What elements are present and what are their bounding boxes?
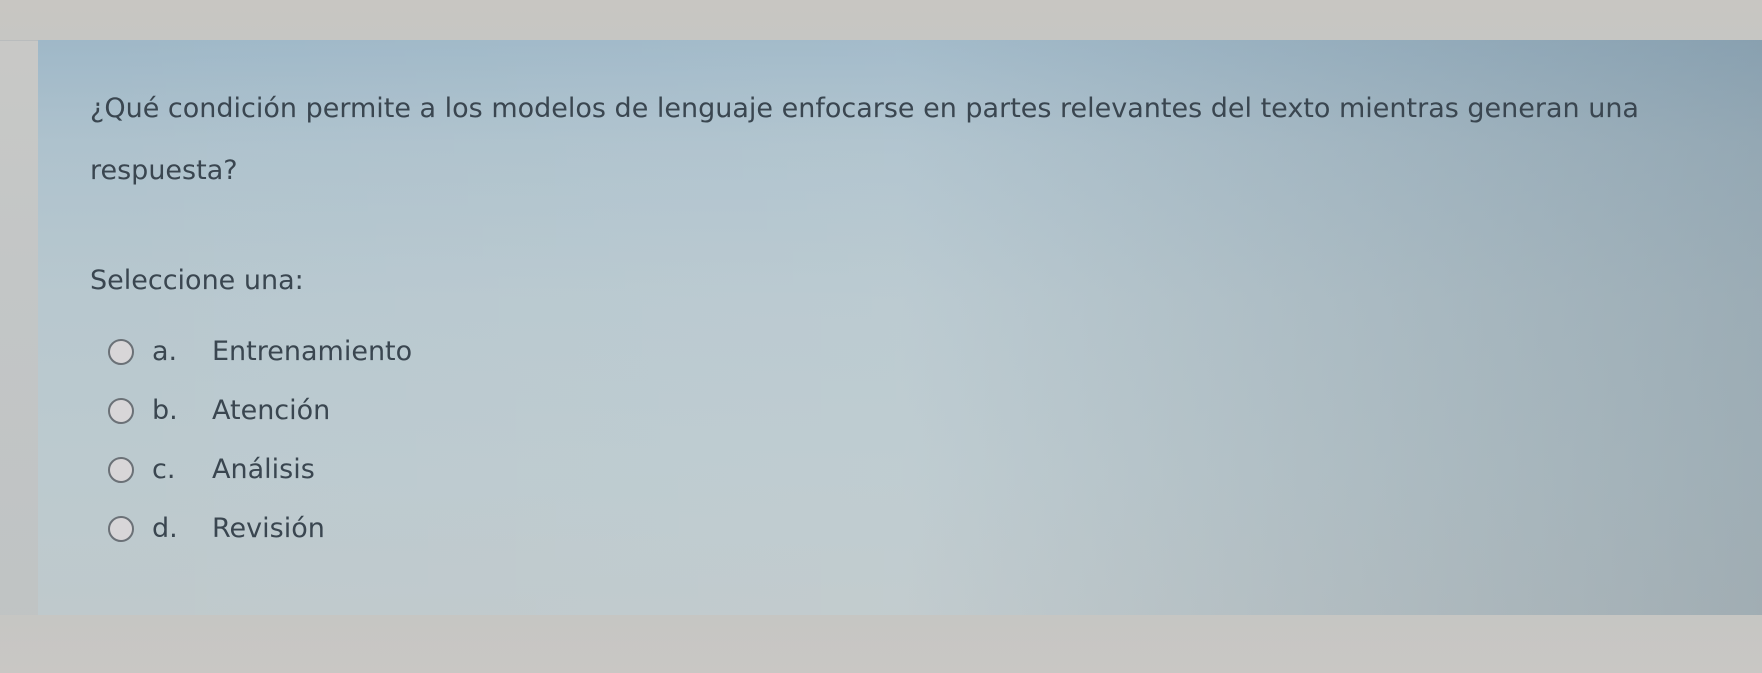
select-instruction: Seleccione una: (90, 265, 304, 296)
radio-button-icon[interactable] (108, 338, 134, 365)
answer-option-c[interactable]: c. Análisis (108, 440, 412, 499)
radio-button-icon[interactable] (108, 397, 134, 424)
answer-options: a. Entrenamiento b. Atención c. Análisis… (108, 322, 412, 558)
option-label[interactable]: Análisis (212, 454, 315, 485)
option-letter: a. (152, 336, 178, 367)
answer-option-a[interactable]: a. Entrenamiento (108, 322, 412, 381)
option-letter: b. (152, 395, 178, 426)
page-bottom-area (0, 615, 1762, 673)
answer-option-b[interactable]: b. Atención (108, 381, 412, 440)
option-label[interactable]: Revisión (212, 513, 325, 544)
option-letter: d. (152, 513, 178, 544)
option-label[interactable]: Entrenamiento (212, 336, 412, 367)
question-panel: ¿Qué condición permite a los modelos de … (38, 40, 1762, 615)
question-text: ¿Qué condición permite a los modelos de … (90, 93, 1639, 186)
answer-option-d[interactable]: d. Revisión (108, 499, 412, 558)
radio-button-icon[interactable] (108, 456, 134, 483)
page-top-strip (0, 0, 1762, 41)
radio-button-icon[interactable] (108, 515, 134, 542)
option-letter: c. (152, 454, 176, 485)
option-label[interactable]: Atención (212, 395, 330, 426)
